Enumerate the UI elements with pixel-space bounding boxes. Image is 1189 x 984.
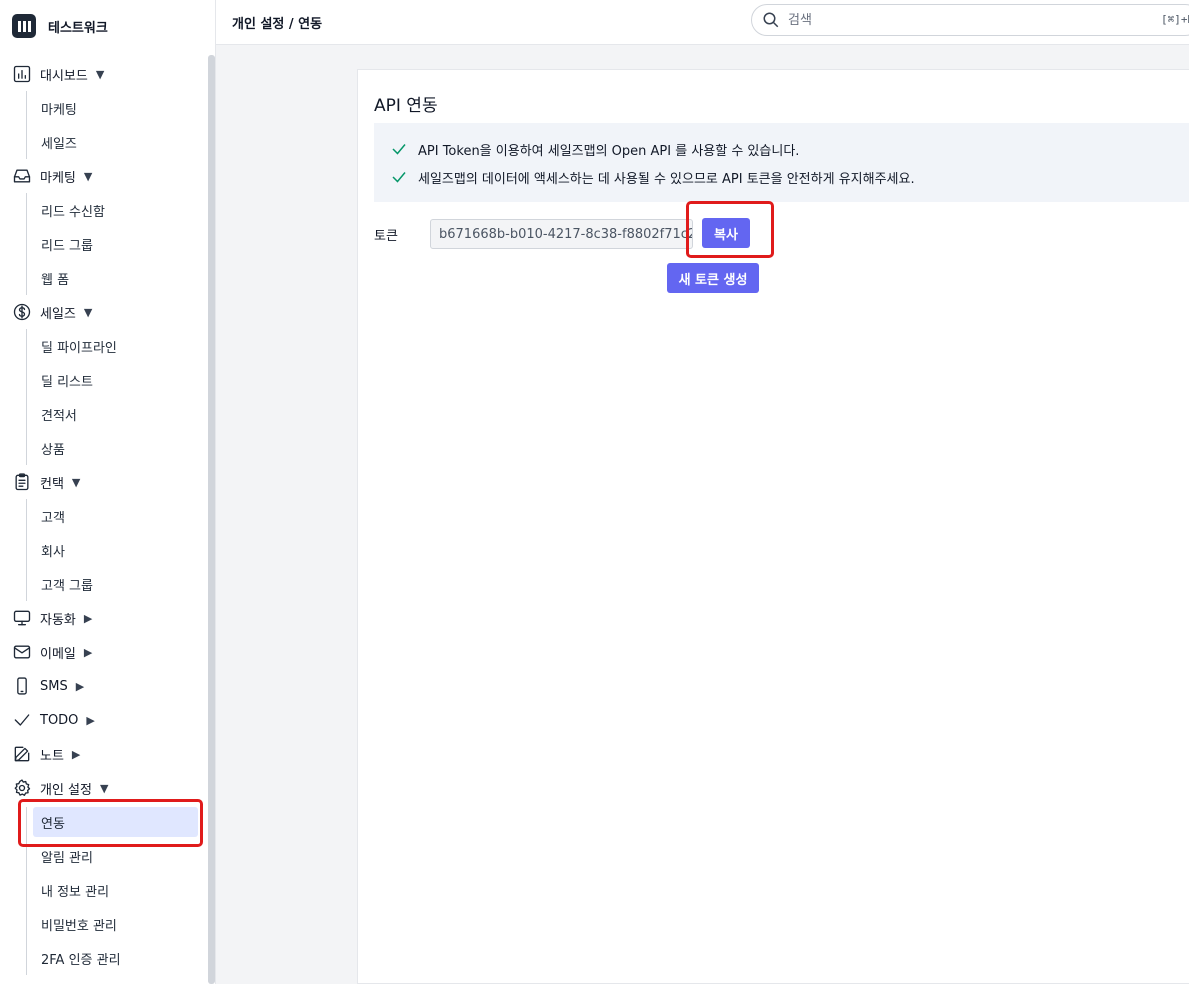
top-header: 개인 설정 / 연동 [⌘]+K [216, 0, 1189, 45]
sidebar-item[interactable]: 마케팅 [27, 91, 205, 125]
sidebar-group-label: 노트 [40, 748, 64, 764]
search-box[interactable]: [⌘]+K [751, 4, 1189, 36]
sidebar-item[interactable]: 상품 [27, 431, 205, 465]
sidebar-group[interactable]: 개인 설정 ▼ [0, 771, 205, 805]
page-title: API 연동 [374, 96, 438, 116]
caret-down-icon: ▼ [71, 475, 81, 489]
mail-icon [13, 645, 31, 659]
info-line: 세일즈맵의 데이터에 액세스하는 데 사용될 수 있으므로 API 토큰을 안전… [374, 163, 1189, 191]
sidebar-item[interactable]: 비밀번호 관리 [27, 907, 205, 941]
search-input[interactable] [788, 12, 1148, 28]
sidebar-item[interactable]: 세일즈 [27, 125, 205, 159]
sidebar-item[interactable]: 딜 파이프라인 [27, 329, 205, 363]
sidebar-submenu: 딜 파이프라인 딜 리스트 견적서 상품 [26, 329, 205, 465]
check-icon [14, 714, 30, 726]
sidebar-group-label: TODO [40, 712, 79, 728]
inbox-icon [13, 169, 31, 183]
sidebar: 테스트워크 대시보드 ▼ 마케팅 세일즈 마케팅 ▼ 리드 수신함 리드 그룹 웹 폼 세일즈 ▼ 딜… [0, 0, 216, 984]
sidebar-group-label: 대시보드 [40, 68, 88, 84]
sidebar-item[interactable]: 알림 관리 [27, 839, 205, 873]
sidebar-item[interactable]: 내 정보 관리 [27, 873, 205, 907]
sidebar-group-label: 컨택 [40, 476, 64, 492]
sidebar-item[interactable]: 웹 폼 [27, 261, 205, 295]
gear-icon [14, 779, 31, 796]
caret-right-icon: ▶ [83, 645, 93, 659]
api-integration-card: API 연동 API Token을 이용하여 세일즈맵의 Open API 를 … [357, 69, 1189, 984]
sidebar-submenu: 연동 알림 관리 내 정보 관리 비밀번호 관리 2FA 인증 관리 [26, 807, 205, 975]
sidebar-group[interactable]: SMS ▶ [0, 669, 205, 703]
brand-name: 테스트워크 [48, 20, 108, 36]
sidebar-group[interactable]: TODO ▶ [0, 703, 205, 737]
new-token-button[interactable]: 새 토큰 생성 [667, 263, 759, 293]
sidebar-submenu: 고객 회사 고객 그룹 [26, 499, 205, 601]
caret-right-icon: ▶ [71, 747, 81, 761]
sidebar-item[interactable]: 견적서 [27, 397, 205, 431]
sidebar-group-label: SMS [40, 678, 68, 694]
monitor-icon [13, 610, 31, 626]
info-text: 세일즈맵의 데이터에 액세스하는 데 사용될 수 있으므로 API 토큰을 안전… [418, 171, 915, 187]
info-line: API Token을 이용하여 세일즈맵의 Open API 를 사용할 수 있… [374, 135, 1189, 163]
sidebar-item[interactable]: 2FA 인증 관리 [27, 941, 205, 975]
sidebar-group-label: 자동화 [40, 612, 76, 628]
brand-logo-icon [12, 14, 36, 38]
token-field[interactable] [430, 219, 693, 249]
sidebar-group[interactable]: 대시보드 ▼ [0, 57, 205, 91]
search-icon [763, 12, 779, 28]
sidebar-group[interactable]: 이메일 ▶ [0, 635, 205, 669]
dollar-icon [13, 303, 31, 321]
sidebar-group-label: 마케팅 [40, 170, 76, 186]
clipboard-icon [15, 473, 29, 491]
sidebar-item[interactable]: 고객 [27, 499, 205, 533]
sidebar-group-label: 개인 설정 [40, 782, 92, 798]
sidebar-item[interactable]: 리드 수신함 [27, 193, 205, 227]
check-icon [392, 144, 406, 155]
sidebar-group[interactable]: 컨택 ▼ [0, 465, 205, 499]
sidebar-submenu: 리드 수신함 리드 그룹 웹 폼 [26, 193, 205, 295]
pencil-icon [14, 746, 30, 762]
caret-down-icon: ▼ [95, 67, 105, 81]
sidebar-item[interactable]: 리드 그룹 [27, 227, 205, 261]
caret-down-icon: ▼ [83, 169, 93, 183]
chart-icon [13, 65, 31, 83]
sidebar-group-label: 이메일 [40, 646, 76, 662]
copy-button[interactable]: 복사 [702, 218, 750, 248]
sidebar-item[interactable]: 회사 [27, 533, 205, 567]
brand[interactable]: 테스트워크 [0, 0, 215, 52]
sidebar-scrollbar[interactable] [208, 55, 215, 984]
check-icon [392, 172, 406, 183]
sidebar-item[interactable]: 연동 [33, 807, 198, 837]
sidebar-group[interactable]: 자동화 ▶ [0, 601, 205, 635]
sidebar-submenu: 마케팅 세일즈 [26, 91, 205, 159]
sidebar-item[interactable]: 딜 리스트 [27, 363, 205, 397]
sidebar-group[interactable]: 노트 ▶ [0, 737, 205, 771]
breadcrumb: 개인 설정 / 연동 [232, 17, 323, 32]
caret-down-icon: ▼ [99, 781, 109, 795]
caret-down-icon: ▼ [83, 305, 93, 319]
info-text: API Token을 이용하여 세일즈맵의 Open API 를 사용할 수 있… [418, 143, 800, 159]
phone-icon [17, 677, 27, 695]
caret-right-icon: ▶ [83, 611, 93, 625]
caret-right-icon: ▶ [75, 679, 85, 693]
sidebar-nav: 대시보드 ▼ 마케팅 세일즈 마케팅 ▼ 리드 수신함 리드 그룹 웹 폼 세일즈 ▼ 딜 파이프라인… [0, 57, 205, 975]
info-box: API Token을 이용하여 세일즈맵의 Open API 를 사용할 수 있… [374, 123, 1189, 202]
sidebar-item[interactable]: 고객 그룹 [27, 567, 205, 601]
caret-right-icon: ▶ [86, 713, 95, 727]
search-shortcut: [⌘]+K [1161, 13, 1189, 26]
sidebar-group[interactable]: 마케팅 ▼ [0, 159, 205, 193]
token-label: 토큰 [374, 229, 398, 244]
sidebar-group-label: 세일즈 [40, 306, 76, 322]
sidebar-group[interactable]: 세일즈 ▼ [0, 295, 205, 329]
